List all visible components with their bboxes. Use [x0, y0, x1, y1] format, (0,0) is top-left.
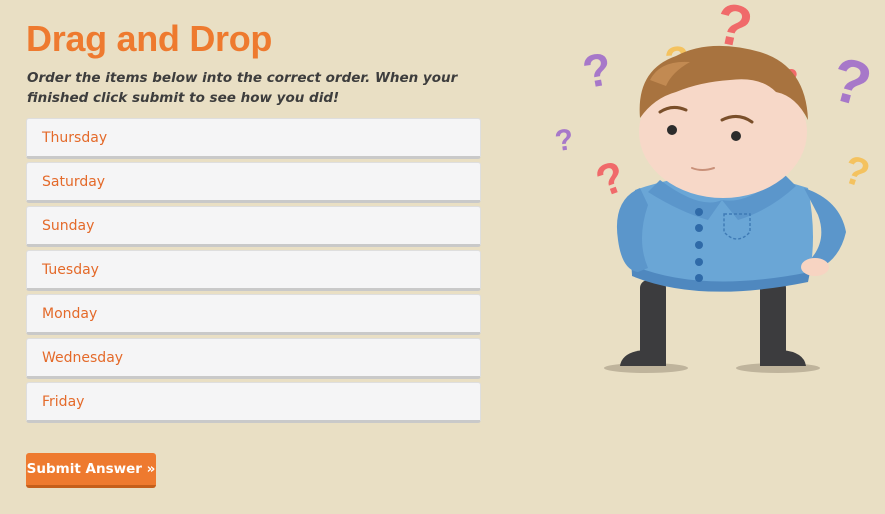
list-item[interactable]: Sunday	[26, 206, 481, 247]
question-mark-icon: ?	[579, 42, 616, 98]
right-leg	[760, 280, 786, 358]
shirt-button	[695, 241, 703, 249]
shirt-button	[695, 224, 703, 232]
right-shoe	[760, 350, 806, 366]
list-item[interactable]: Thursday	[26, 118, 481, 159]
question-mark-icon: ?	[824, 44, 878, 120]
shirt-button	[695, 274, 703, 282]
list-item[interactable]: Saturday	[26, 162, 481, 203]
left-leg	[640, 280, 666, 358]
list-item[interactable]: Friday	[26, 382, 481, 423]
list-item[interactable]: Wednesday	[26, 338, 481, 379]
list-item[interactable]: Monday	[26, 294, 481, 335]
shirt-button	[695, 208, 703, 216]
page-title: Drag and Drop	[26, 18, 273, 59]
question-mark-icon: ?	[590, 152, 632, 207]
left-eye	[667, 125, 677, 135]
confused-boy-illustration: ? ? ? ? ? ? ? ?	[553, 0, 878, 373]
instructions-text: Order the items below into the correct o…	[27, 70, 458, 106]
sortable-day-list: Thursday Saturday Sunday Tuesday Monday …	[26, 118, 481, 426]
left-shoe	[620, 350, 666, 366]
question-mark-icon: ?	[553, 123, 576, 158]
shirt-button	[695, 258, 703, 266]
right-hand	[801, 258, 829, 276]
right-eye	[731, 131, 741, 141]
submit-answer-button[interactable]: Submit Answer »	[26, 453, 156, 488]
list-item[interactable]: Tuesday	[26, 250, 481, 291]
question-mark-icon: ?	[838, 147, 875, 196]
